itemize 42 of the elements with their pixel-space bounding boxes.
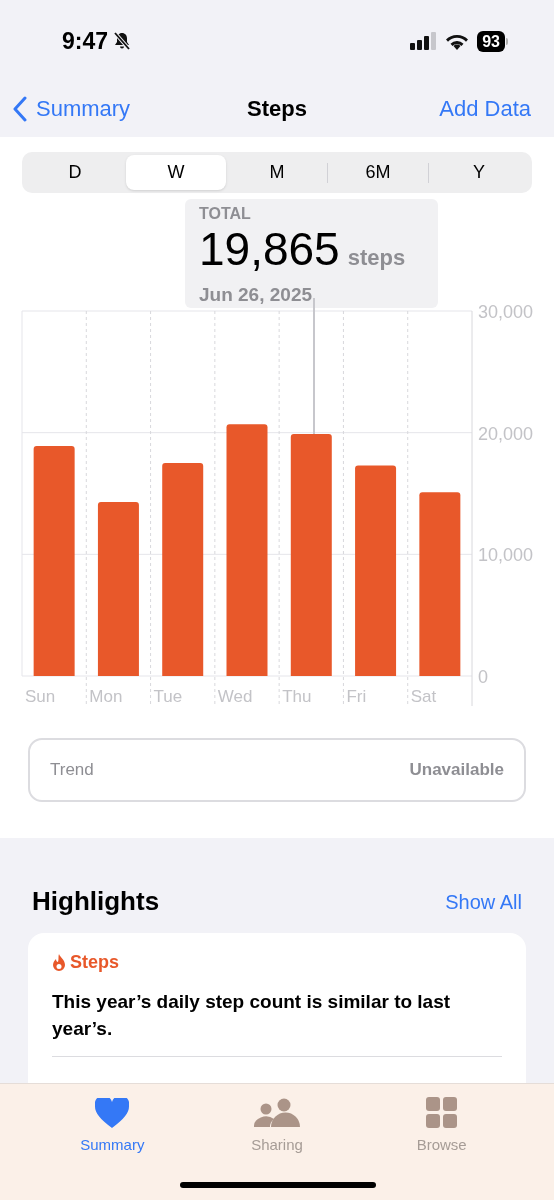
heart-icon <box>95 1098 130 1128</box>
y-axis-label: 30,000 <box>478 302 534 322</box>
tab-bar-item[interactable]: Browse <box>386 1094 497 1200</box>
trend-label: Trend <box>50 759 94 782</box>
add-data-button[interactable]: Add Data <box>439 92 542 125</box>
x-axis-label: Wed <box>217 687 253 706</box>
battery-level: 93 <box>477 30 505 52</box>
range-tab[interactable]: W <box>126 155 226 190</box>
range-tab[interactable]: M <box>227 155 327 190</box>
date-label: Jun 26, 2025 <box>199 283 314 307</box>
tab-bar-item[interactable]: Sharing <box>222 1094 332 1200</box>
show-all-link[interactable]: Show All <box>445 886 522 917</box>
range-tab[interactable]: D <box>25 155 125 190</box>
x-axis-label: Mon <box>89 687 123 706</box>
range-tab[interactable]: 6M <box>328 155 428 190</box>
section-heading: Highlights <box>32 885 160 918</box>
wifi-icon <box>445 32 470 50</box>
bell-slash-icon <box>112 31 133 51</box>
people-icon <box>254 1098 300 1128</box>
highlight-text: This year’s daily step count is similar to last year’s. <box>52 990 452 1041</box>
x-axis-label: Sat <box>410 687 437 706</box>
total-value: 19,865 <box>199 225 340 273</box>
flame-icon <box>52 953 66 972</box>
chevron-left-icon <box>12 95 28 122</box>
unit-label: steps <box>347 244 406 272</box>
x-axis-label: Fri <box>346 687 367 706</box>
x-axis-label: Tue <box>153 687 183 706</box>
y-axis-label: 10,000 <box>478 545 534 566</box>
grid-icon <box>426 1097 458 1128</box>
range-tab[interactable]: Y <box>429 155 529 190</box>
screen-title: Steps <box>247 95 307 123</box>
y-axis-label: 0 <box>478 667 488 687</box>
signal-icon <box>410 32 438 50</box>
x-axis-label: Sun <box>25 687 56 706</box>
trend-value: Unavailable <box>409 759 504 782</box>
back-button[interactable]: Summary <box>12 92 131 125</box>
status-time: 9:47 <box>62 26 109 56</box>
tab-bar-item[interactable]: Summary <box>57 1094 168 1200</box>
category-label: Steps <box>70 951 120 974</box>
x-axis-label: Thu <box>282 687 312 706</box>
y-axis-label: 20,000 <box>478 423 534 444</box>
tooltip-label: TOTAL <box>199 204 252 224</box>
